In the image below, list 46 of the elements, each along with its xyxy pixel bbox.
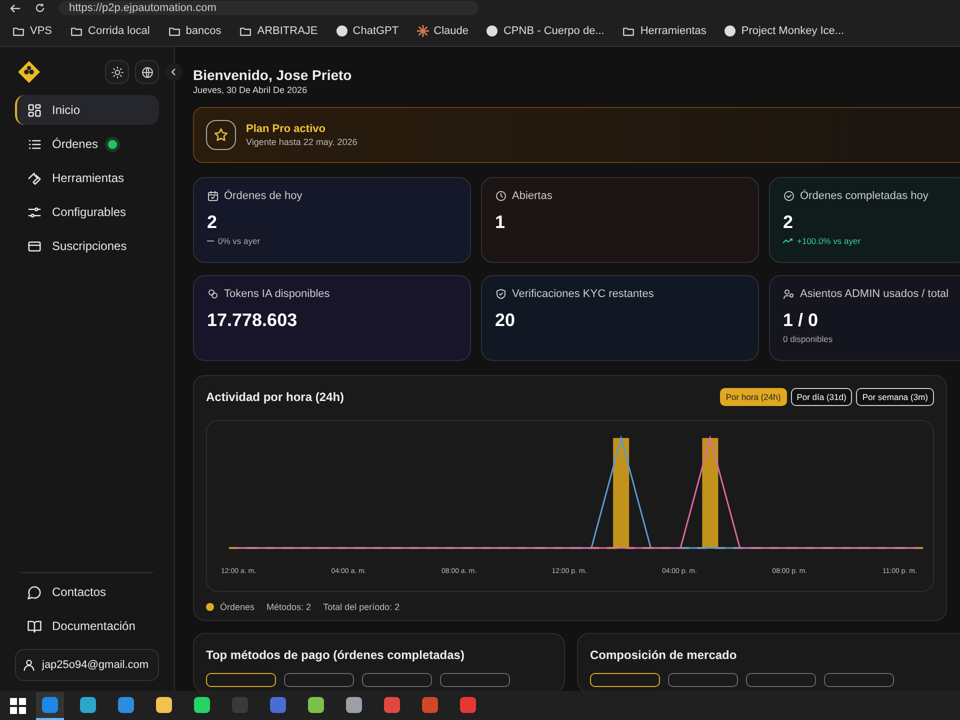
account-button[interactable]: jap25o94@gmail.com <box>15 649 159 681</box>
stat-note: 0% vs ayer <box>218 236 260 246</box>
stat-note: 0 disponibles <box>783 334 833 344</box>
bookmark[interactable]: CPNB - Cuerpo de... <box>486 25 604 37</box>
stat-value: 1 / 0 <box>783 310 820 331</box>
nav-item[interactable]: Órdenes <box>15 129 159 159</box>
stat-note: +100.0% vs ayer <box>797 236 861 246</box>
stat-label: Órdenes de hoy <box>224 190 302 202</box>
range-button[interactable]: Por día (31d) <box>790 388 852 406</box>
plan-expiry: Vigente hasta 22 may. 2026 <box>246 137 358 147</box>
stat-label: Órdenes completadas hoy <box>800 190 928 202</box>
welcome-title: Bienvenido, Jose Prieto <box>193 67 353 83</box>
stat-value: 17.778.603 <box>207 310 298 331</box>
stat-label: Abiertas <box>512 190 552 202</box>
stat-value: 2 <box>207 212 218 233</box>
address-bar[interactable]: https://p2p.ejpautomation.com <box>59 1 479 15</box>
stat-value: 1 <box>495 212 506 233</box>
range-button[interactable]: Por semana (3m) <box>856 388 934 406</box>
stat-label: Asientos ADMIN usados / total <box>800 288 949 300</box>
stat-label: Verificaciones KYC restantes <box>512 288 654 300</box>
bookmark[interactable]: Corrida local <box>70 24 150 38</box>
stat-value: 2 <box>783 212 794 233</box>
activity-title: Actividad por hora (24h) <box>206 390 346 404</box>
nav-item[interactable]: Contactos <box>15 577 159 607</box>
bookmark[interactable]: Herramientas <box>622 24 706 38</box>
panel-title: Top métodos de pago (órdenes completadas) <box>206 648 466 662</box>
bookmark[interactable]: Project Monkey Ice... <box>724 25 844 37</box>
bookmark[interactable]: ARBITRAJE <box>239 24 318 38</box>
plan-title: Plan Pro activo <box>246 123 326 135</box>
nav-item[interactable]: Herramientas <box>15 163 159 193</box>
date-text: Jueves, 30 De Abril De 2026 <box>193 85 308 95</box>
bookmark[interactable]: ChatGPT <box>336 25 399 37</box>
stat-value: 20 <box>495 310 516 331</box>
period-total: Total del período: 2 <box>323 602 400 612</box>
nav-item[interactable]: Documentación <box>15 611 159 641</box>
panel-title: Composición de mercado <box>590 648 738 662</box>
range-button[interactable]: Por hora (24h) <box>720 388 787 406</box>
methods-count: Métodos: 2 <box>266 602 312 612</box>
nav-item[interactable]: Configurables <box>15 197 159 227</box>
bookmark[interactable]: bancos <box>168 24 222 38</box>
stat-label: Tokens IA disponibles <box>224 288 330 300</box>
legend-label: Órdenes <box>220 602 255 612</box>
nav-item[interactable]: Suscripciones <box>15 231 159 261</box>
bookmark[interactable]: Claude <box>416 25 468 37</box>
bookmark[interactable]: VPS <box>12 24 52 38</box>
nav-item[interactable]: Inicio <box>15 95 159 125</box>
